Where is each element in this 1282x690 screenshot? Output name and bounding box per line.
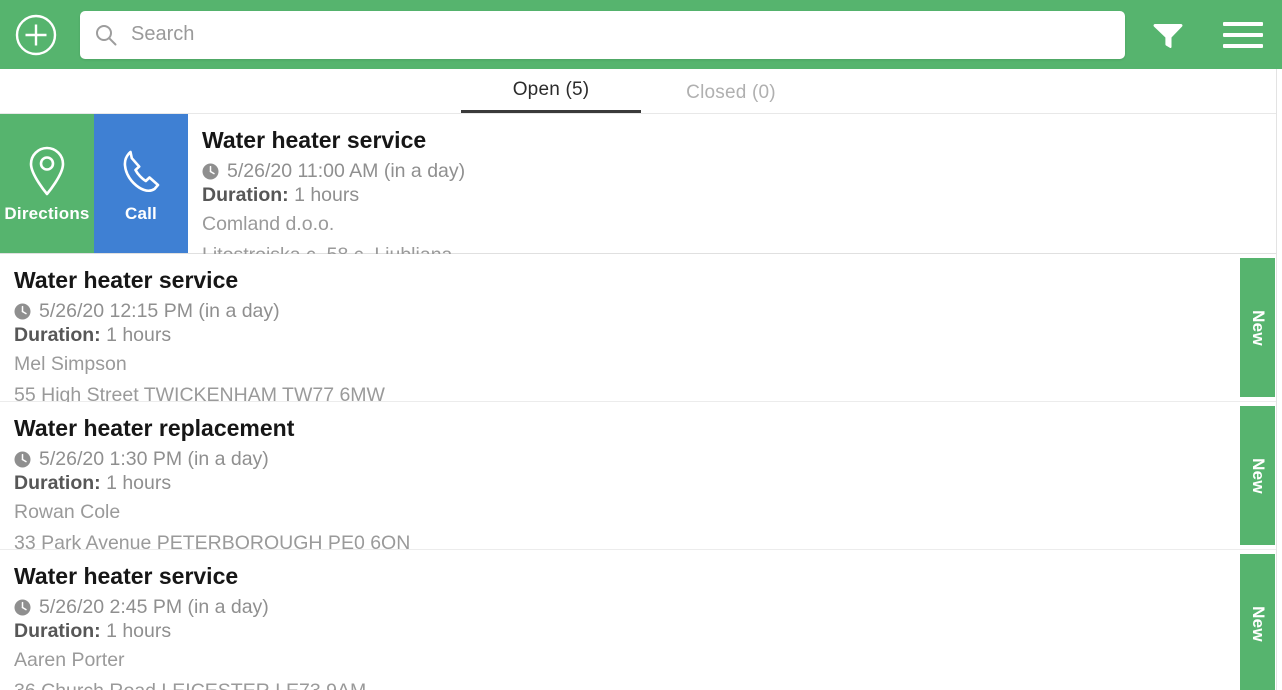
plus-circle-icon xyxy=(15,14,57,55)
hamburger-menu-icon xyxy=(1223,21,1263,26)
add-job-button[interactable] xyxy=(13,12,59,58)
job-address: 36 Church Road LEICESTER LE73 9AM xyxy=(14,680,1266,690)
clock-icon xyxy=(14,599,31,616)
job-title: Water heater service xyxy=(14,563,239,589)
job-datetime-text: 5/26/20 1:30 PM (in a day) xyxy=(39,448,269,471)
job-duration-label: Duration: xyxy=(14,471,101,494)
status-badge[interactable]: New xyxy=(1240,406,1275,545)
job-customer: Comland d.o.o. xyxy=(202,213,335,236)
tab-open[interactable]: Open (5) xyxy=(461,79,641,113)
search-icon xyxy=(94,23,118,47)
job-duration-value: 1 hours xyxy=(106,323,172,346)
search-box[interactable] xyxy=(80,10,1125,59)
job-datetime-text: 5/26/20 11:00 AM (in a day) xyxy=(227,160,466,183)
job-customer: Mel Simpson xyxy=(14,353,127,376)
job-duration: Duration: 1 hours xyxy=(14,324,1266,347)
search-input[interactable] xyxy=(131,10,1111,59)
call-action-label: Call xyxy=(125,203,157,223)
job-duration-label: Duration: xyxy=(14,323,101,346)
job-details: Water heater replacement 5/26/20 1:30 PM… xyxy=(0,402,1282,554)
job-duration-value: 1 hours xyxy=(106,619,172,642)
funnel-filter-icon xyxy=(1153,23,1183,48)
job-customer: Rowan Cole xyxy=(14,501,121,524)
job-duration: Duration: 1 hours xyxy=(14,620,1266,643)
job-duration-label: Duration: xyxy=(14,619,101,642)
status-badge-label: New xyxy=(1248,457,1268,494)
job-customer: Aaren Porter xyxy=(14,649,125,672)
hamburger-menu-button[interactable] xyxy=(1221,13,1265,57)
status-badge[interactable]: New xyxy=(1240,554,1275,690)
clock-icon xyxy=(14,303,31,320)
job-list-item[interactable]: Water heater replacement 5/26/20 1:30 PM… xyxy=(0,402,1282,554)
job-title: Water heater service xyxy=(202,127,427,153)
job-datetime: 5/26/20 12:15 PM (in a day) xyxy=(14,300,1266,323)
job-details: Water heater service 5/26/20 12:15 PM (i… xyxy=(0,254,1282,406)
clock-icon xyxy=(202,163,219,180)
tab-bar: Open (5) Closed (0) xyxy=(0,69,1282,114)
filter-button[interactable] xyxy=(1145,12,1191,58)
hamburger-menu-icon-bar3 xyxy=(1223,43,1263,48)
clock-icon xyxy=(14,451,31,468)
job-details: Water heater service 5/26/20 11:00 AM (i… xyxy=(188,114,1282,266)
job-duration-label: Duration: xyxy=(202,183,289,206)
job-duration: Duration: 1 hours xyxy=(202,184,1266,207)
job-title: Water heater service xyxy=(14,267,239,293)
status-badge-label: New xyxy=(1248,309,1268,346)
job-list-item[interactable]: Directions Call Water heater service 5/2… xyxy=(0,114,1282,266)
app-root: Open (5) Closed (0) Directions xyxy=(0,0,1282,690)
job-duration-value: 1 hours xyxy=(106,471,172,494)
phone-icon xyxy=(118,144,164,198)
job-datetime: 5/26/20 1:30 PM (in a day) xyxy=(14,448,1266,471)
status-badge-label: New xyxy=(1248,605,1268,642)
job-title: Water heater replacement xyxy=(14,415,295,441)
call-action-button[interactable]: Call xyxy=(94,114,188,253)
job-details: Water heater service 5/26/20 2:45 PM (in… xyxy=(0,550,1282,690)
job-datetime-text: 5/26/20 2:45 PM (in a day) xyxy=(39,596,269,619)
swipe-action-bar: Directions Call xyxy=(0,114,188,253)
map-pin-icon xyxy=(25,144,69,198)
job-datetime: 5/26/20 2:45 PM (in a day) xyxy=(14,596,1266,619)
directions-action-button[interactable]: Directions xyxy=(0,114,94,253)
job-datetime: 5/26/20 11:00 AM (in a day) xyxy=(202,160,1266,183)
directions-action-label: Directions xyxy=(4,203,90,223)
job-list[interactable]: Directions Call Water heater service 5/2… xyxy=(0,114,1282,690)
hamburger-menu-icon-bar2 xyxy=(1223,32,1263,37)
app-header xyxy=(0,0,1282,69)
tab-closed[interactable]: Closed (0) xyxy=(641,82,821,113)
job-duration-value: 1 hours xyxy=(294,183,360,206)
job-duration: Duration: 1 hours xyxy=(14,472,1266,495)
job-list-item[interactable]: Water heater service 5/26/20 12:15 PM (i… xyxy=(0,254,1282,406)
job-datetime-text: 5/26/20 12:15 PM (in a day) xyxy=(39,300,280,323)
job-list-item[interactable]: Water heater service 5/26/20 2:45 PM (in… xyxy=(0,550,1282,690)
status-badge[interactable]: New xyxy=(1240,258,1275,397)
